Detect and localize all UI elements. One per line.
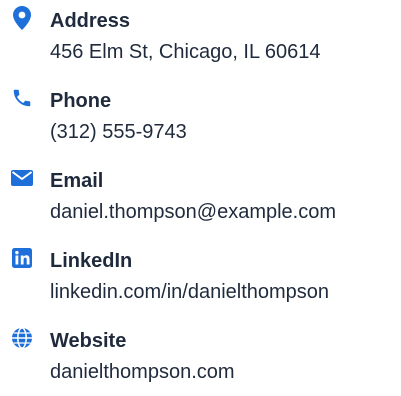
contact-label: Website: [50, 330, 127, 352]
contact-item-linkedin: LinkedIn linkedin.com/in/danielthompson: [0, 246, 401, 316]
linkedin-icon: [9, 246, 35, 270]
contact-item-website: Website danielthompson.com: [0, 326, 401, 396]
globe-icon: [9, 326, 35, 350]
phone-value: (312) 555-9743: [50, 121, 187, 143]
contact-label: Address: [50, 10, 131, 32]
contact-label: Email: [50, 170, 104, 192]
contact-label: Phone: [50, 90, 112, 112]
contact-item-phone: Phone (312) 555-9743: [0, 86, 401, 156]
map-pin-icon: [9, 6, 35, 30]
address-value: 456 Elm St, Chicago, IL 60614: [50, 41, 321, 63]
phone-icon: [9, 86, 35, 110]
linkedin-link[interactable]: linkedin.com/in/danielthompson: [50, 280, 329, 304]
website-link[interactable]: danielthompson.com: [50, 360, 235, 384]
envelope-icon: [9, 166, 35, 190]
contact-label: LinkedIn: [50, 250, 133, 272]
contact-item-email: Email daniel.thompson@example.com: [0, 166, 401, 236]
contact-item-address: Address 456 Elm St, Chicago, IL 60614: [0, 6, 401, 76]
email-link[interactable]: daniel.thompson@example.com: [50, 200, 336, 224]
